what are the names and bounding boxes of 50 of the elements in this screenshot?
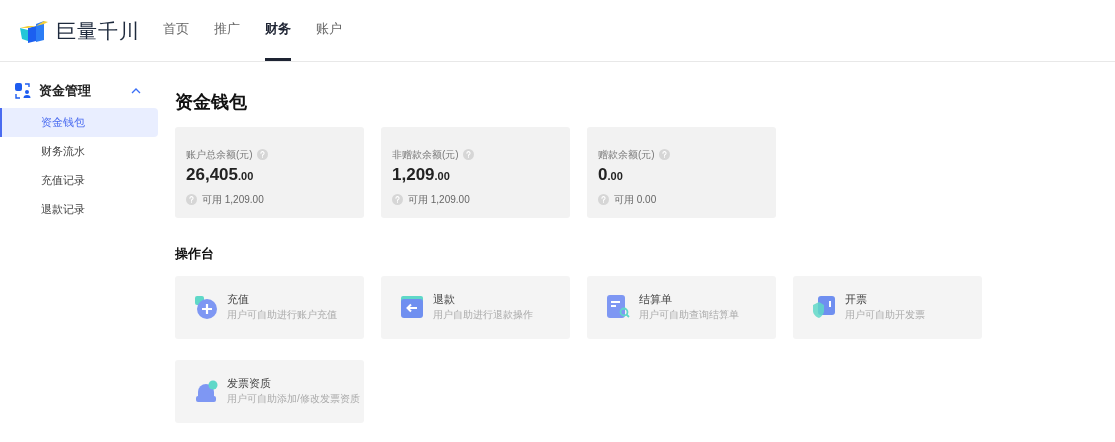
action-description: 用户自助进行退款操作 [433,308,533,322]
available-amount: 可用 1,209.00 [202,193,264,207]
logo-icon [20,18,50,43]
balance-label: 非赠款余额(元) [392,148,459,162]
nav-tab[interactable]: 账户 [316,0,342,61]
menu-item[interactable]: 退款记录 [0,195,158,224]
menu-group[interactable]: 资金管理 [0,80,158,102]
action-card[interactable]: 结算单 用户可自助查询结算单 [587,275,776,339]
action-description: 用户可自助查询结算单 [639,308,739,322]
action-title: 开票 [845,292,868,307]
logo-text: 巨量千川 [56,18,140,44]
menu-item[interactable]: 充值记录 [0,166,158,195]
help-icon [392,194,403,205]
card-shield-icon [811,294,837,320]
action-description: 用户可自助添加/修改发票资质 [227,392,360,406]
wallet-arrow-icon [399,294,425,320]
action-description: 用户可自助开发票 [845,308,925,322]
action-card[interactable]: 发票资质 用户可自助添加/修改发票资质 [175,359,364,423]
action-card[interactable]: 开票 用户可自助开发票 [793,275,982,339]
document-search-icon [605,294,631,320]
page-title: 资金钱包 [175,91,248,114]
action-title: 结算单 [639,292,673,307]
balance-amount: 26,405.00 [186,164,255,186]
balance-amount: 1,209.00 [392,164,451,186]
nav-tab[interactable]: 推广 [214,0,240,61]
action-card[interactable]: 充值 用户可自助进行账户充值 [175,275,364,339]
menu-item[interactable]: 资金钱包 [0,108,158,137]
help-icon [462,149,474,160]
section-title: 操作台 [175,245,215,263]
action-title: 充值 [227,292,250,307]
balance-label: 账户总余额(元) [186,148,253,162]
person-badge-icon [193,378,219,404]
action-card[interactable]: 退款 用户自助进行退款操作 [381,275,570,339]
help-icon [256,149,268,160]
nav-tab[interactable]: 首页 [163,0,189,61]
help-icon [598,194,609,205]
available-amount: 可用 0.00 [614,193,657,207]
nav-tab[interactable]: 财务 [265,0,291,61]
balance-label: 赠款余额(元) [598,148,655,162]
help-icon [186,194,197,205]
balance-amount: 0.00 [598,164,624,186]
menu-item[interactable]: 财务流水 [0,137,158,166]
action-description: 用户可自助进行账户充值 [227,308,337,322]
people-frame-icon [15,83,31,99]
action-title: 退款 [433,292,456,307]
action-title: 发票资质 [227,376,272,391]
menu-group-label: 资金管理 [39,82,91,101]
help-icon [658,149,670,160]
plus-circle-icon [193,294,219,320]
available-amount: 可用 1,209.00 [408,193,470,207]
